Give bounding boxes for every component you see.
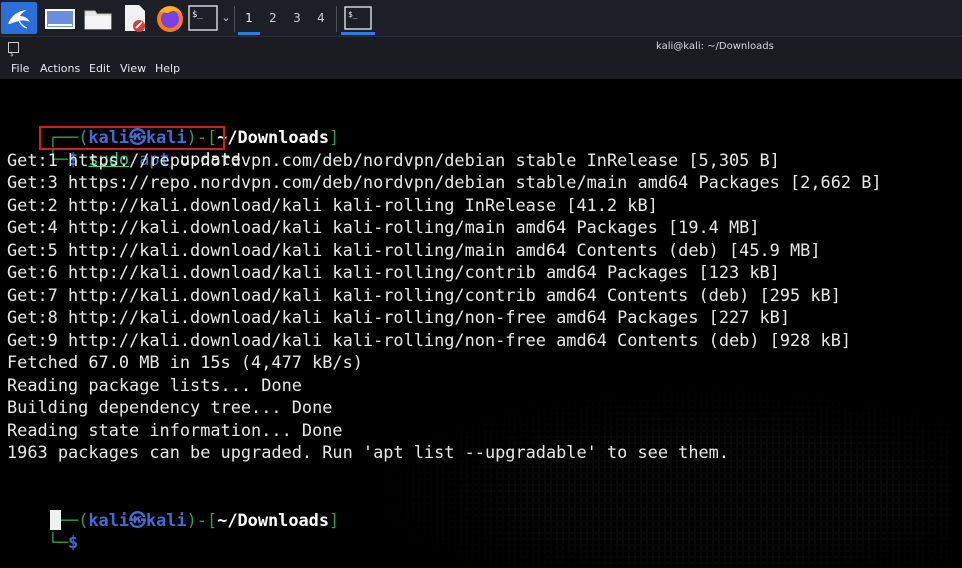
command-line: └─$ [7, 509, 79, 568]
prompt-frame-end: ] [329, 510, 340, 530]
workspace-1[interactable]: 1 [239, 7, 259, 29]
file-manager-icon[interactable] [82, 2, 114, 34]
output-line: Get:6 http://kali.download/kali kali-rol… [7, 262, 780, 282]
prompt-frame-mid: )-[ [186, 510, 218, 530]
prompt-at-symbol: ㉿ [129, 510, 146, 530]
active-workspace-indicator [238, 32, 260, 35]
menu-actions[interactable]: Actions [40, 62, 80, 75]
prompt-user: kali [88, 510, 130, 530]
terminal-icon[interactable]: $_ [188, 2, 218, 34]
window-title: kali@kali: ~/Downloads [656, 41, 774, 52]
workspace-4[interactable]: 4 [311, 7, 331, 29]
svg-text:$: $ [10, 51, 14, 58]
window-titlebar[interactable]: $ kali@kali: ~/Downloads [0, 37, 962, 59]
taskbar: $_ ⌄ 1 2 3 4 $_ [0, 0, 962, 37]
output-line: Fetched 67.0 MB in 15s (4,477 kB/s) [7, 352, 363, 372]
active-window-indicator [341, 32, 375, 35]
chevron-down-icon[interactable]: ⌄ [219, 2, 233, 34]
output-line: Get:4 http://kali.download/kali kali-rol… [7, 217, 760, 237]
output-line: Building dependency tree... Done [7, 397, 333, 417]
prompt-frame-end: ] [329, 127, 340, 147]
firefox-icon[interactable] [154, 2, 186, 34]
menu-help[interactable]: Help [155, 62, 180, 75]
prompt-cwd: ~/Downloads [217, 510, 330, 530]
terminal-cursor [50, 510, 61, 530]
background-watermark [352, 380, 952, 568]
output-line: Get:8 http://kali.download/kali kali-rol… [7, 307, 791, 327]
kali-menu-icon[interactable] [1, 2, 37, 34]
desktop-icon[interactable] [44, 2, 76, 34]
taskbar-separator [336, 6, 337, 32]
prompt-frame-bottom: └─ [47, 532, 69, 552]
text-editor-icon[interactable] [119, 2, 151, 34]
output-line: Get:7 http://kali.download/kali kali-rol… [7, 285, 841, 305]
output-line: Reading package lists... Done [7, 375, 302, 395]
output-line: Reading state information... Done [7, 420, 343, 440]
svg-text:$_: $_ [348, 10, 358, 19]
taskbar-separator [234, 6, 235, 32]
terminal-window-icon[interactable]: $_ [343, 2, 373, 34]
output-line: Get:5 http://kali.download/kali kali-rol… [7, 240, 821, 260]
menu-view[interactable]: View [120, 62, 146, 75]
output-line: Get:1 https://repo.nordvpn.com/deb/nordv… [7, 150, 780, 170]
prompt-host: kali [145, 510, 187, 530]
output-line: Get:9 http://kali.download/kali kali-rol… [7, 330, 852, 350]
output-line: Get:2 http://kali.download/kali kali-rol… [7, 195, 658, 215]
svg-text:$_: $_ [192, 10, 203, 20]
workspace-3[interactable]: 3 [287, 7, 307, 29]
workspace-2[interactable]: 2 [263, 7, 283, 29]
output-line: 1963 packages can be upgraded. Run 'apt … [7, 442, 730, 462]
output-line: Get:3 https://repo.nordvpn.com/deb/nordv… [7, 172, 882, 192]
command-highlight-box [39, 126, 225, 150]
menu-file[interactable]: File [11, 62, 29, 75]
menu-bar: File Actions Edit View Help [0, 59, 962, 79]
menu-edit[interactable]: Edit [89, 62, 110, 75]
prompt-dollar: $ [68, 532, 79, 552]
terminal-area[interactable]: ┌──(kali㉿kali)-[~/Downloads] └─$ sudo ap… [0, 80, 962, 568]
window-terminal-icon: $ [8, 42, 19, 58]
